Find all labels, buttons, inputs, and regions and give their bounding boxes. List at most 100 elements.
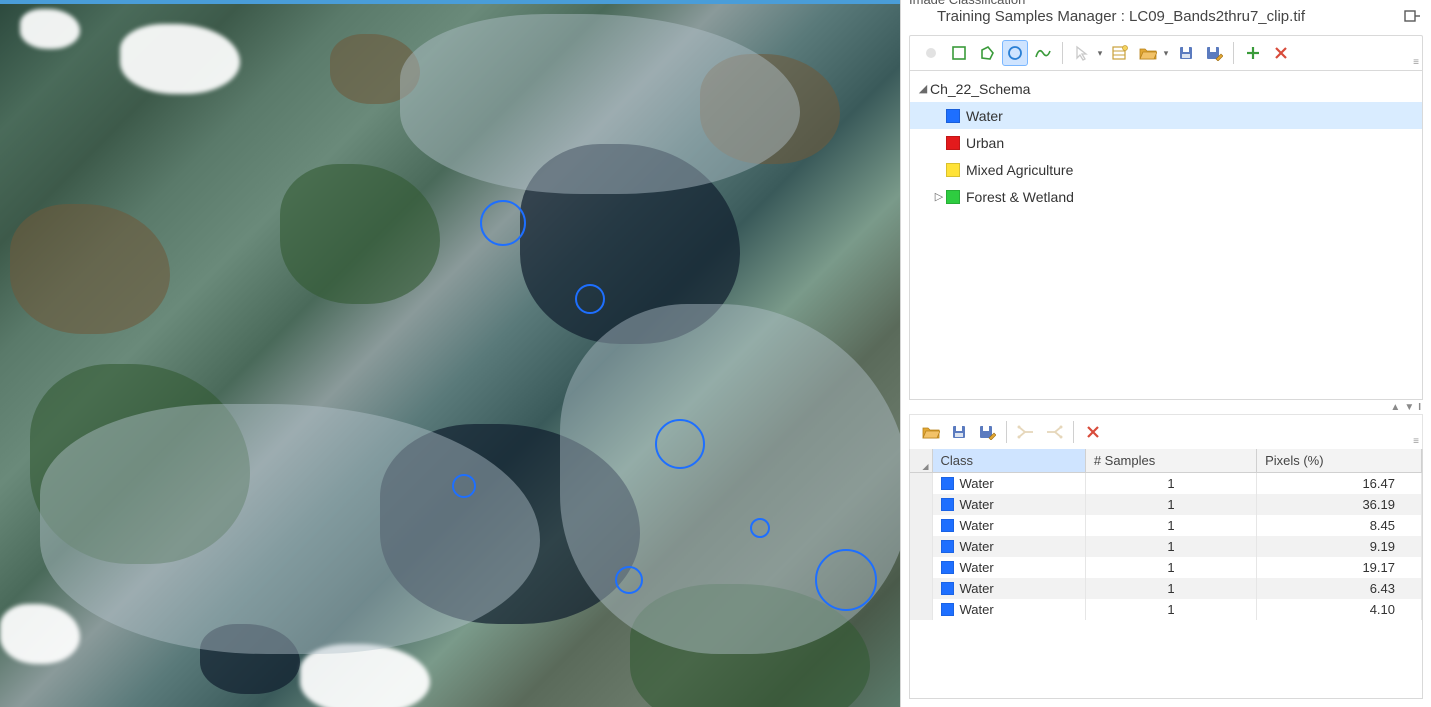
row-header[interactable] — [910, 599, 932, 620]
cell-class: Water — [932, 578, 1085, 599]
table-row[interactable]: Water 1 19.17 — [910, 557, 1422, 578]
expand-icon[interactable]: ▷ — [932, 190, 946, 203]
cell-class: Water — [932, 599, 1085, 620]
schema-root-row[interactable]: ◢ Ch_22_Schema — [910, 75, 1422, 102]
toolbar-options-icon[interactable]: ≡ — [1413, 57, 1418, 68]
delete-sample-icon[interactable] — [1080, 419, 1106, 445]
cell-pixels: 36.19 — [1257, 494, 1422, 515]
add-class-icon[interactable] — [1240, 40, 1266, 66]
training-sample-circle[interactable] — [750, 518, 770, 538]
collapse-up-icon[interactable]: ▲ — [1390, 402, 1400, 413]
cell-pixels: 19.17 — [1257, 557, 1422, 578]
panel-splitter[interactable]: ▲ ▼ I — [901, 400, 1431, 414]
training-sample-circle[interactable] — [575, 284, 605, 314]
samples-table-wrap: Class # Samples Pixels (%) Water 1 16.47… — [909, 449, 1423, 699]
open-folder-dropdown-icon[interactable]: ▾ — [1161, 48, 1171, 59]
cell-pixels: 6.43 — [1257, 578, 1422, 599]
remove-class-icon[interactable] — [1268, 40, 1294, 66]
polygon-tool-icon[interactable] — [974, 40, 1000, 66]
class-color-swatch — [941, 498, 954, 511]
save-edits-icon[interactable] — [1201, 40, 1227, 66]
training-sample-circle[interactable] — [615, 566, 643, 594]
training-sample-circle[interactable] — [815, 549, 877, 611]
training-samples-manager-panel: Image Classification Training Samples Ma… — [900, 0, 1431, 707]
samples-toolbar: ≡ — [909, 414, 1423, 449]
select-tool-icon — [1069, 40, 1095, 66]
table-row[interactable]: Water 1 6.43 — [910, 578, 1422, 599]
class-color-swatch — [941, 582, 954, 595]
cell-pixels: 16.47 — [1257, 473, 1422, 495]
row-header[interactable] — [910, 578, 932, 599]
schema-toolbar: ▾ ▾ ≡ — [909, 35, 1423, 70]
class-label: Forest & Wetland — [966, 189, 1074, 205]
cell-pixels: 4.10 — [1257, 599, 1422, 620]
expand-down-icon[interactable]: ▼ — [1404, 402, 1414, 413]
save-icon[interactable] — [1173, 40, 1199, 66]
freehand-tool-icon[interactable] — [1030, 40, 1056, 66]
cell-samples: 1 — [1085, 515, 1256, 536]
cell-pixels: 8.45 — [1257, 515, 1422, 536]
table-row[interactable]: Water 1 4.10 — [910, 599, 1422, 620]
class-color-swatch — [941, 519, 954, 532]
cell-samples: 1 — [1085, 494, 1256, 515]
samples-table[interactable]: Class # Samples Pixels (%) Water 1 16.47… — [910, 449, 1422, 620]
schema-class-row[interactable]: Urban — [910, 129, 1422, 156]
class-label: Water — [966, 108, 1003, 124]
row-header[interactable] — [910, 473, 932, 495]
schema-options-icon[interactable] — [1107, 40, 1133, 66]
training-sample-circle[interactable] — [452, 474, 476, 498]
class-label: Mixed Agriculture — [966, 162, 1073, 178]
row-header[interactable] — [910, 557, 932, 578]
samples-toolbar-options-icon[interactable]: ≡ — [1413, 436, 1418, 447]
toolbar-separator — [1233, 42, 1234, 64]
collapse-icon[interactable]: ◢ — [916, 82, 930, 95]
cell-class: Water — [932, 557, 1085, 578]
table-row[interactable]: Water 1 9.19 — [910, 536, 1422, 557]
class-color-swatch — [941, 540, 954, 553]
class-color-swatch — [946, 190, 960, 204]
save-samples-edits-icon[interactable] — [974, 419, 1000, 445]
rectangle-tool-icon[interactable] — [946, 40, 972, 66]
cell-class: Water — [932, 515, 1085, 536]
panel-title: Training Samples Manager : LC09_Bands2th… — [937, 8, 1305, 25]
row-header[interactable] — [910, 515, 932, 536]
circle-tool-icon[interactable] — [1002, 40, 1028, 66]
col-class[interactable]: Class — [932, 449, 1085, 473]
cell-samples: 1 — [1085, 578, 1256, 599]
schema-class-row[interactable]: ▷ Forest & Wetland — [910, 183, 1422, 210]
class-label: Urban — [966, 135, 1004, 151]
col-pixels[interactable]: Pixels (%) — [1257, 449, 1422, 473]
toolbar-separator — [1062, 42, 1063, 64]
segment-picker-icon — [918, 40, 944, 66]
cell-pixels: 9.19 — [1257, 536, 1422, 557]
row-header[interactable] — [910, 494, 932, 515]
col-samples[interactable]: # Samples — [1085, 449, 1256, 473]
cell-class: Water — [932, 494, 1085, 515]
training-sample-circle[interactable] — [655, 419, 705, 469]
autohide-icon[interactable] — [1403, 10, 1421, 24]
table-row[interactable]: Water 1 36.19 — [910, 494, 1422, 515]
cell-samples: 1 — [1085, 599, 1256, 620]
open-folder-icon[interactable] — [1135, 40, 1161, 66]
class-color-swatch — [941, 477, 954, 490]
save-samples-icon[interactable] — [946, 419, 972, 445]
schema-class-row[interactable]: Water — [910, 102, 1422, 129]
table-row[interactable]: Water 1 8.45 — [910, 515, 1422, 536]
row-header[interactable] — [910, 536, 932, 557]
cell-class: Water — [932, 536, 1085, 557]
training-sample-circle[interactable] — [480, 200, 526, 246]
schema-tree[interactable]: ◢ Ch_22_Schema Water Urban Mixed Agricul… — [909, 70, 1423, 400]
class-color-swatch — [946, 136, 960, 150]
open-samples-icon[interactable] — [918, 419, 944, 445]
cell-samples: 1 — [1085, 473, 1256, 495]
class-color-swatch — [946, 163, 960, 177]
toolbar-separator — [1073, 421, 1074, 443]
table-row[interactable]: Water 1 16.47 — [910, 473, 1422, 495]
class-color-swatch — [941, 603, 954, 616]
schema-class-row[interactable]: Mixed Agriculture — [910, 156, 1422, 183]
class-color-swatch — [941, 561, 954, 574]
select-tool-dropdown-icon[interactable]: ▾ — [1095, 48, 1105, 59]
map-view[interactable] — [0, 0, 900, 707]
table-corner[interactable] — [910, 449, 932, 473]
cell-class: Water — [932, 473, 1085, 495]
